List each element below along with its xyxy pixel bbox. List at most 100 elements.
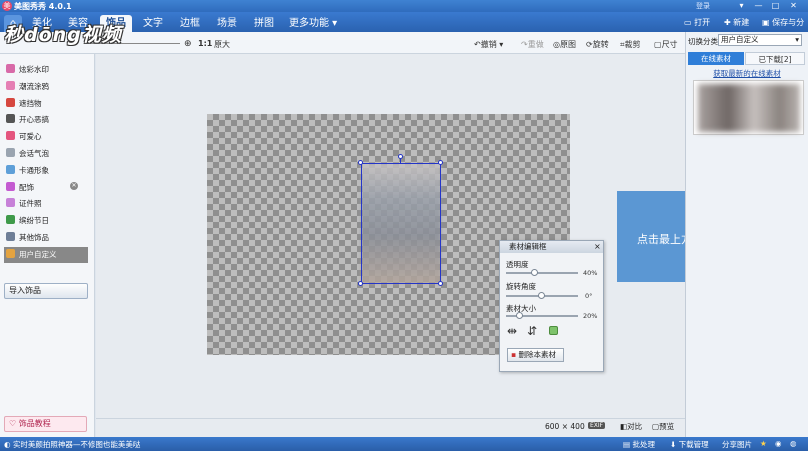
rotate-icon: ⟳	[586, 40, 593, 49]
sidebar-item[interactable]: 炫彩水印	[6, 62, 88, 78]
size-button[interactable]: ▢尺寸	[654, 39, 678, 50]
redo-icon: ↷	[521, 40, 528, 49]
open-button[interactable]: ▭ 打开	[684, 16, 710, 30]
skin-dropdown-icon[interactable]: ▾	[736, 1, 747, 11]
new-badge-icon: ✕	[70, 182, 78, 190]
sidebar-item[interactable]: 用户自定义	[4, 246, 88, 263]
undo-button[interactable]: ↶撤销 ▾	[474, 39, 503, 50]
maximize-icon[interactable]: □	[770, 1, 781, 11]
flip-horizontal-icon[interactable]: ⇹	[507, 324, 517, 338]
opacity-value: 40%	[583, 269, 598, 277]
rotate-handle[interactable]	[398, 154, 403, 159]
category-icon	[6, 131, 15, 141]
tab-collage[interactable]: 拼图	[248, 15, 280, 32]
category-icon	[6, 232, 15, 241]
original-image-button[interactable]: ◎原图	[553, 39, 576, 50]
sidebar-item[interactable]: 会话气泡	[6, 146, 88, 162]
sidebar-item-label: 证件照	[19, 199, 42, 209]
category-select[interactable]: 用户自定义 ▾	[718, 34, 802, 46]
chevron-down-icon: ▾	[795, 35, 799, 44]
preview-button[interactable]: ▢预览	[652, 421, 674, 432]
resize-handle-tl[interactable]	[358, 160, 363, 165]
times-sign: ×	[561, 422, 569, 431]
sidebar-item[interactable]: 缤纷节日	[6, 213, 88, 229]
share-image-button[interactable]: 分享图片	[722, 439, 752, 450]
sidebar-item[interactable]: 开心恶搞	[6, 112, 88, 128]
save-icon: ▣	[762, 18, 773, 27]
category-icon	[6, 164, 15, 174]
size-label: 尺寸	[661, 40, 678, 49]
batch-button[interactable]: ▤ 批处理	[623, 439, 655, 450]
opacity-knob[interactable]	[530, 269, 538, 276]
tab-online-material[interactable]: 在线素材	[688, 52, 744, 65]
status-bar: ◐ 实时美颜拍照神器—不修图也能美美哒 ▤ 批处理 ⬇ 下载管理 分享图片 ★ …	[0, 437, 808, 451]
new-icon: ✚	[724, 18, 734, 27]
sidebar-item[interactable]: 其他饰品	[6, 230, 88, 246]
tutorial-label: 饰品教程	[18, 419, 51, 428]
zoom-1to1[interactable]: 1:1	[198, 39, 212, 48]
image-width: 600	[545, 422, 560, 431]
delete-label: 删除本素材	[518, 350, 556, 359]
delete-material-button[interactable]: ▪ 删除本素材	[507, 348, 564, 362]
category-icon	[6, 97, 15, 107]
new-button[interactable]: ✚ 新建	[724, 16, 749, 30]
tab-more-features[interactable]: 更多功能 ▾	[283, 15, 343, 32]
get-latest-material-link[interactable]: 获取最新的在线素材	[690, 68, 804, 79]
weibo-icon[interactable]: ◉	[775, 439, 782, 448]
compare-button[interactable]: ◧对比	[620, 421, 642, 432]
resize-handle-tr[interactable]	[438, 160, 443, 165]
sidebar-item-label: 配饰	[19, 182, 34, 192]
resize-handle-br[interactable]	[438, 281, 443, 286]
opacity-slider[interactable]	[506, 272, 578, 274]
original-icon: ◎	[553, 40, 560, 49]
tab-border[interactable]: 边框	[174, 15, 206, 32]
tab-scene[interactable]: 场景	[211, 15, 243, 32]
rotate-angle-value: 0°	[585, 292, 593, 300]
rotate-label: 旋转	[592, 40, 609, 49]
image-dimensions: 600 × 400	[545, 422, 585, 431]
close-icon[interactable]: ✕	[788, 1, 799, 11]
sidebar-item[interactable]: 可爱心	[6, 129, 88, 145]
star-icon[interactable]: ★	[760, 439, 767, 448]
category-icon	[6, 198, 15, 208]
original-size-button[interactable]: 原大	[214, 39, 230, 50]
open-label: 打开	[694, 18, 711, 27]
save-share-button[interactable]: ▣ 保存与分享	[762, 16, 808, 41]
category-icon	[6, 64, 15, 73]
sidebar-item-label: 用户自定义	[19, 249, 57, 259]
sidebar-item-label: 可爱心	[19, 132, 42, 142]
resize-handle-bl[interactable]	[358, 281, 363, 286]
rotate-angle-knob[interactable]	[538, 292, 545, 299]
category-icon	[6, 148, 15, 157]
minimize-icon[interactable]: —	[753, 1, 764, 11]
camera-ad-link[interactable]: ◐ 实时美颜拍照神器—不修图也能美美哒	[4, 439, 140, 450]
sidebar-item[interactable]: 卡通形象	[6, 163, 88, 179]
tab-text[interactable]: 文字	[137, 15, 169, 32]
folder-icon: ▭	[684, 18, 695, 27]
login-link[interactable]: 登录	[696, 1, 710, 11]
sidebar-item[interactable]: 证件照	[6, 196, 88, 212]
editor-close-icon[interactable]: ×	[594, 242, 601, 251]
camera-icon: ◐	[4, 440, 13, 449]
layer-icon[interactable]	[549, 326, 558, 335]
exif-button[interactable]: EXIF	[588, 422, 606, 429]
sidebar-item[interactable]: 遮挡物	[6, 96, 88, 112]
download-manager-button[interactable]: ⬇ 下载管理	[670, 439, 709, 450]
flip-vertical-icon[interactable]: ⇵	[527, 324, 537, 338]
accessory-tutorial-button[interactable]: ♡ 饰品教程	[4, 416, 87, 432]
tab-downloaded[interactable]: 已下载[2]	[745, 52, 805, 65]
resize-icon: ▢	[654, 40, 662, 49]
selection-box[interactable]	[361, 163, 441, 284]
crop-button[interactable]: ⌗裁剪	[620, 39, 641, 50]
material-thumbnail[interactable]	[693, 80, 804, 135]
rotate-button[interactable]: ⟳旋转	[586, 39, 609, 50]
category-icon	[6, 80, 15, 90]
opacity-label: 透明度	[506, 260, 529, 269]
crop-label: 裁剪	[624, 40, 641, 49]
sidebar-item[interactable]: 潮流涂鸦	[6, 79, 88, 95]
redo-button[interactable]: ↷重做	[521, 39, 544, 50]
qq-icon[interactable]: ◍	[790, 439, 797, 448]
zoom-icon[interactable]: ⊕	[184, 39, 192, 49]
import-accessory-button[interactable]: 导入饰品	[4, 283, 88, 299]
original-label: 原图	[559, 40, 576, 49]
